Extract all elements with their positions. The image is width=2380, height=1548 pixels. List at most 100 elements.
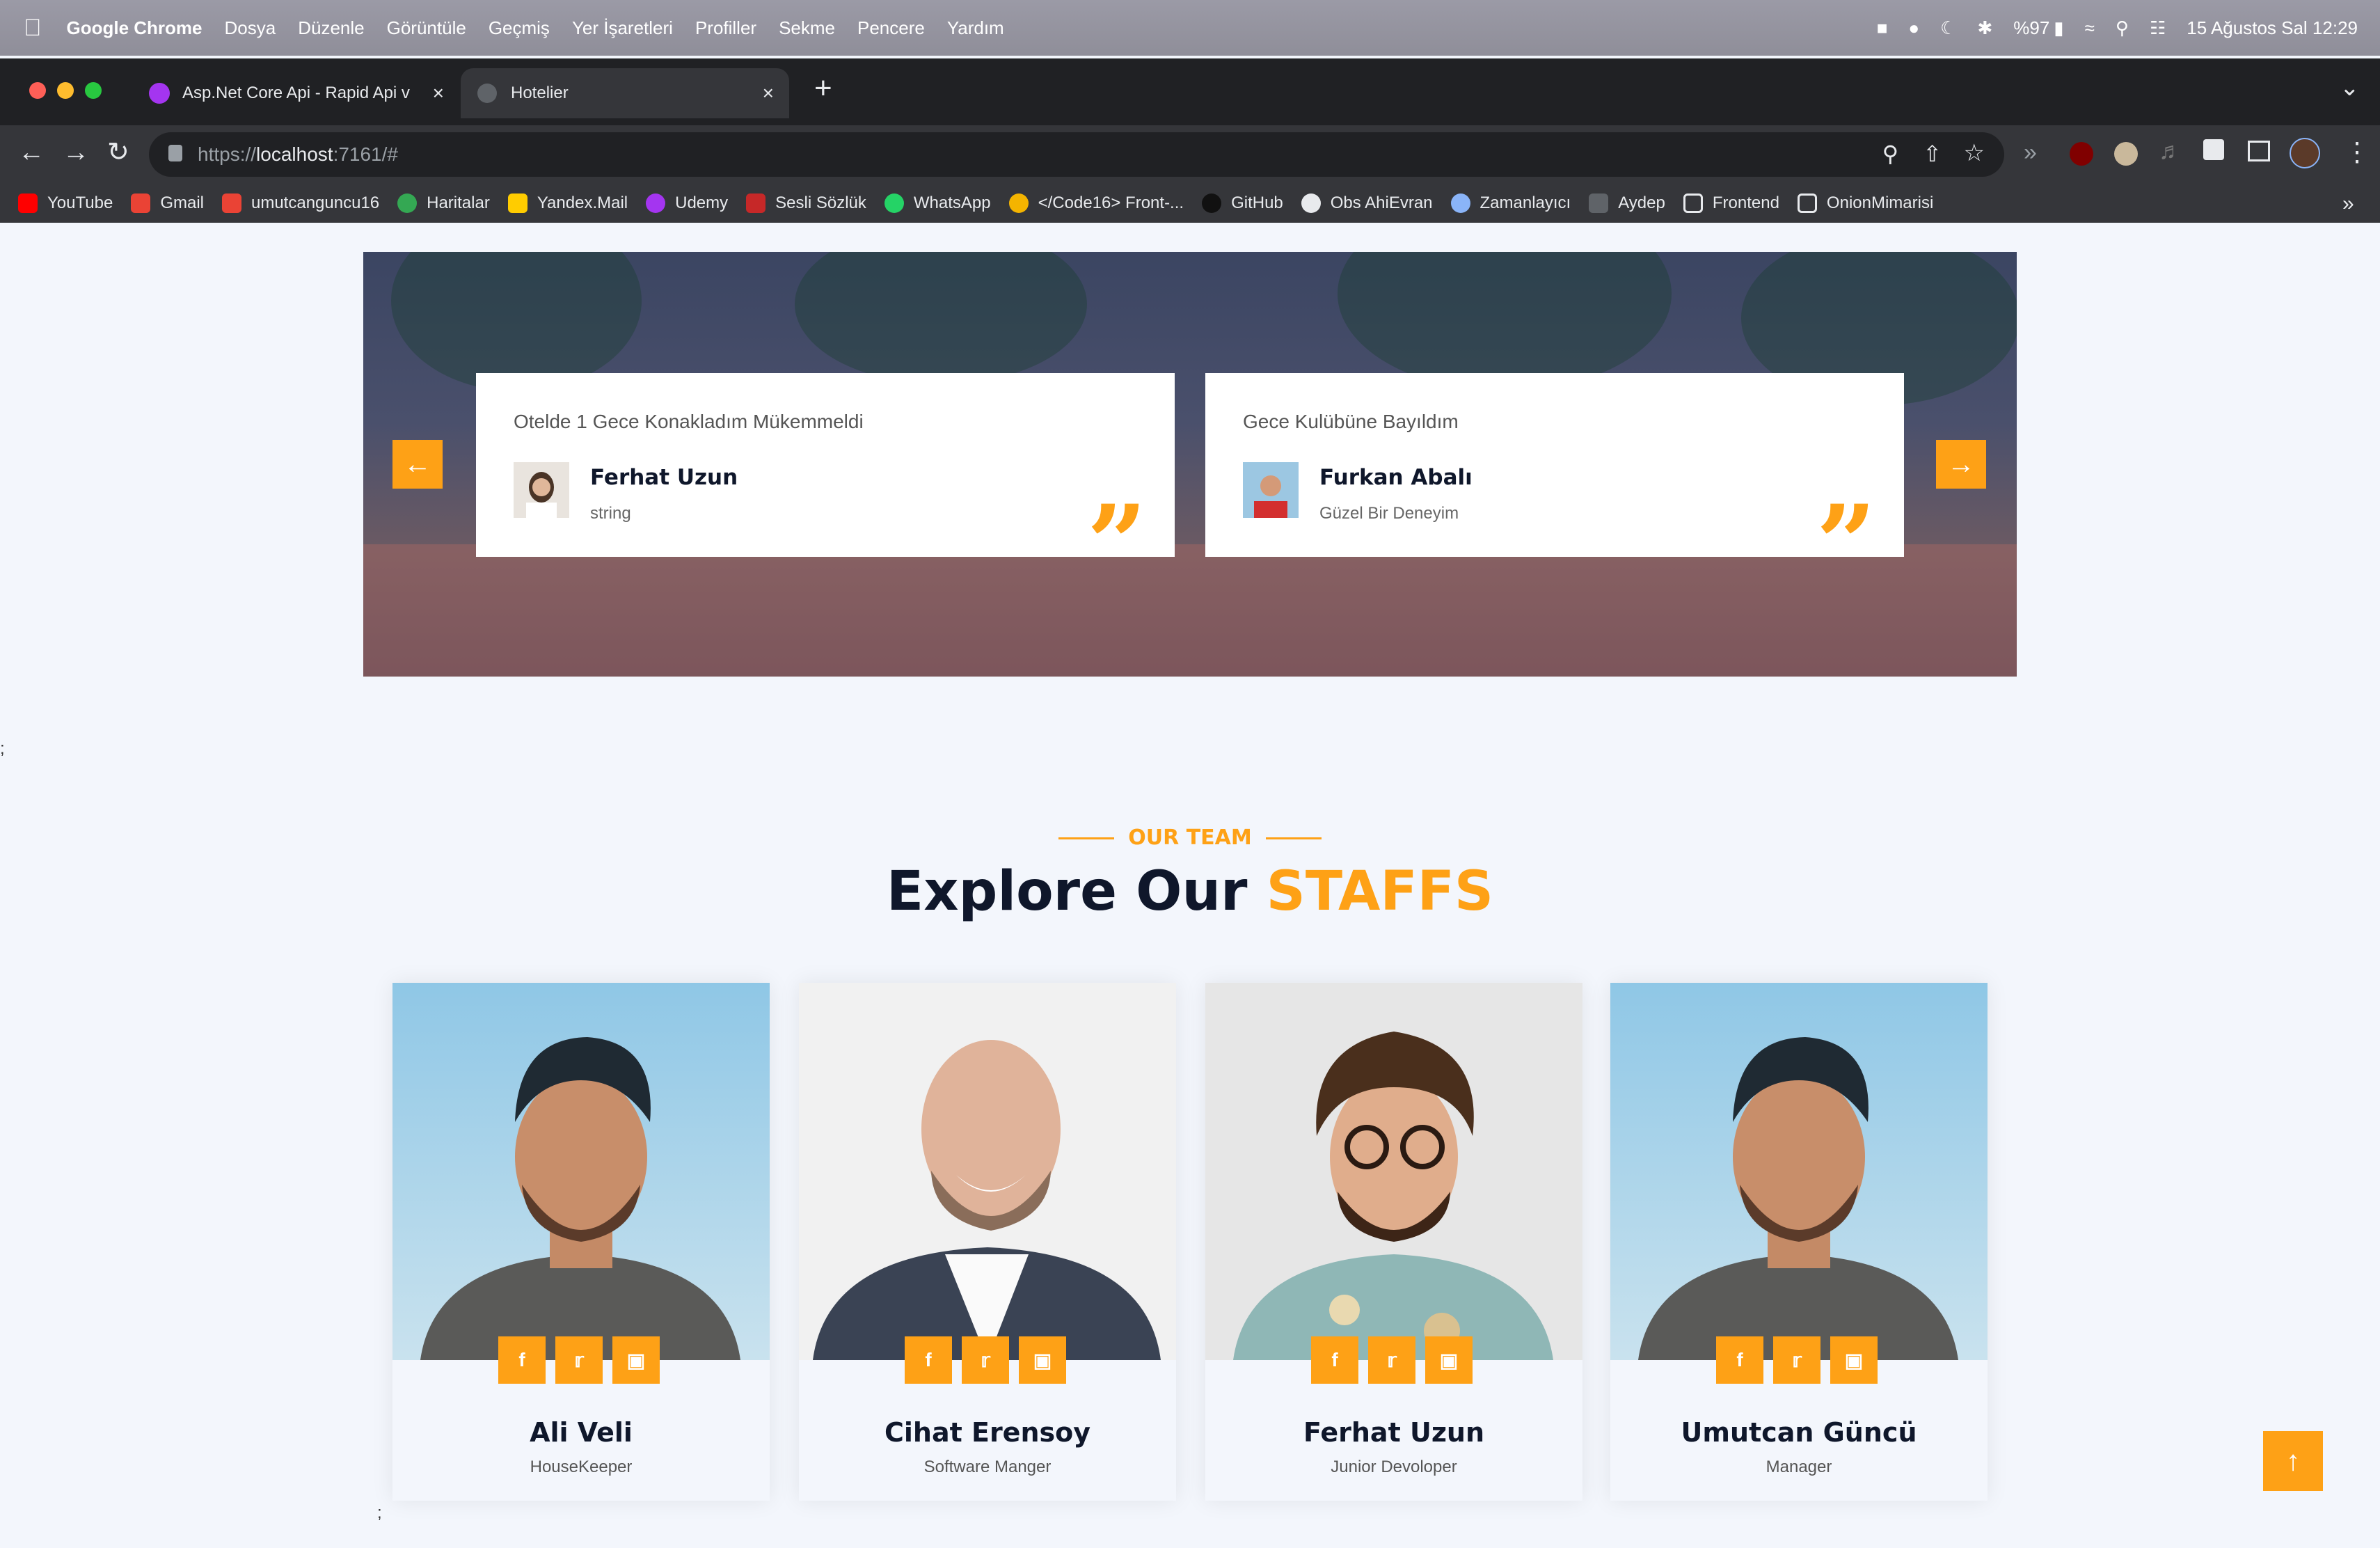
twitter-icon[interactable]: 𝕣 [962, 1336, 1009, 1384]
staff-name: Cihat Erensoy [884, 1417, 1091, 1448]
instagram-icon[interactable]: ▣ [1830, 1336, 1878, 1384]
new-tab-icon[interactable]: + [814, 71, 832, 106]
facebook-icon[interactable]: f [1716, 1336, 1763, 1384]
back-to-top-button[interactable]: ↑ [2263, 1431, 2323, 1491]
menu-sekme[interactable]: Sekme [779, 17, 835, 39]
staff-name: Ali Veli [530, 1417, 633, 1448]
twitter-icon[interactable]: 𝕣 [555, 1336, 603, 1384]
folder-icon [1683, 194, 1703, 213]
tab-hotelier[interactable]: Hotelier × [461, 68, 789, 118]
puzzle-extensions-icon[interactable] [2203, 139, 2224, 160]
testimonial-avatar [1243, 462, 1299, 518]
more-bookmarks-icon[interactable]: » [2342, 192, 2354, 216]
control-center-icon[interactable]: ☷ [2150, 17, 2166, 39]
staff-job: Manager [1766, 1458, 1832, 1476]
menu-duzenle[interactable]: Düzenle [298, 17, 364, 39]
menu-yardim[interactable]: Yardım [947, 17, 1004, 39]
twitter-icon[interactable]: 𝕣 [1773, 1336, 1820, 1384]
staff-photo [1205, 983, 1582, 1360]
menu-gecmis[interactable]: Geçmiş [489, 17, 550, 39]
menu-dosya[interactable]: Dosya [225, 17, 276, 39]
twitter-icon[interactable]: 𝕣 [1368, 1336, 1415, 1384]
battery-text[interactable]: %97 [2013, 17, 2049, 39]
elephant-icon[interactable]: ■ [1877, 17, 1888, 39]
wifi-icon[interactable]: ≈ [2085, 17, 2095, 39]
social-links: f 𝕣 ▣ [498, 1336, 660, 1384]
speaker-icon[interactable]: ♬ [2159, 138, 2182, 165]
bookmark-onion-folder[interactable]: OnionMimarisi [1797, 194, 1933, 213]
udemy-icon [646, 194, 666, 213]
profile-avatar[interactable] [2290, 138, 2320, 168]
section-title: Explore Our STAFFS [886, 860, 1494, 923]
bookmark-haritalar[interactable]: Haritalar [397, 194, 490, 213]
instagram-icon[interactable]: ▣ [1425, 1336, 1473, 1384]
window-close-button[interactable] [29, 82, 46, 99]
facebook-icon[interactable]: f [905, 1336, 952, 1384]
section-subtitle: OUR TEAM [0, 826, 2380, 850]
bookmark-obs[interactable]: Obs AhiEvran [1301, 194, 1433, 213]
battery-icon[interactable]: ▮ [2054, 17, 2063, 39]
tab-rapid-api[interactable]: Asp.Net Core Api - Rapid Api v × [132, 68, 459, 118]
staff-name: Ferhat Uzun [1303, 1417, 1485, 1448]
menu-profiller[interactable]: Profiller [695, 17, 756, 39]
carousel-prev-button[interactable]: ← [392, 440, 443, 489]
lock-icon[interactable] [168, 145, 182, 161]
staff-photo [1610, 983, 1988, 1360]
close-tab-icon[interactable]: × [433, 82, 444, 104]
bookmark-yandex-mail[interactable]: Yandex.Mail [507, 194, 628, 213]
staff-card: Umutcan Güncü Manager f 𝕣 ▣ [1610, 983, 1988, 1501]
menu-app-name[interactable]: Google Chrome [67, 17, 203, 39]
spotlight-search-icon[interactable]: ⚲ [2116, 17, 2129, 39]
bookmark-youtube[interactable]: YouTube [18, 194, 113, 213]
macos-menu-bar:  Google Chrome Dosya Düzenle Görüntüle … [0, 0, 2380, 56]
grammarly-icon[interactable]: ● [1908, 17, 1919, 39]
share-icon[interactable]: ⇧ [1923, 141, 1942, 167]
menu-goruntule[interactable]: Görüntüle [387, 17, 466, 39]
menu-pencere[interactable]: Pencere [857, 17, 925, 39]
zoom-icon[interactable]: ⚲ [1882, 141, 1898, 167]
gmail-icon [131, 194, 151, 213]
kebab-menu-icon[interactable]: ⋮ [2344, 136, 2370, 168]
extension-arrow-icon[interactable]: » [2024, 139, 2037, 166]
menu-yer-isaretleri[interactable]: Yer İşaretleri [572, 17, 673, 39]
browser-toolbar: ← → ↻ https://localhost:7161/# ⚲ ⇧ ☆ » ♬… [0, 125, 2380, 184]
carousel-next-button[interactable]: → [1936, 440, 1986, 489]
bluetooth-icon[interactable]: ✱ [1977, 17, 1992, 39]
facebook-icon[interactable]: f [498, 1336, 546, 1384]
bookmark-udemy[interactable]: Udemy [646, 194, 728, 213]
sidebar-toggle-icon[interactable] [2248, 141, 2270, 161]
testimonial-card: Otelde 1 Gece Konakladım Mükemmeldi Ferh… [476, 373, 1175, 596]
facebook-icon[interactable]: f [1311, 1336, 1358, 1384]
bookmark-code16[interactable]: </Code16> Front-... [1008, 194, 1184, 213]
bookmark-gmail[interactable]: Gmail [131, 194, 204, 213]
staff-card: Ferhat Uzun Junior Devoloper f 𝕣 ▣ [1205, 983, 1582, 1501]
back-icon[interactable]: ← [18, 138, 45, 168]
bookmark-gmail-account[interactable]: umutcanguncu16 [221, 194, 379, 213]
reload-icon[interactable]: ↻ [107, 136, 129, 168]
window-minimize-button[interactable] [57, 82, 74, 99]
instagram-icon[interactable]: ▣ [612, 1336, 660, 1384]
moon-icon[interactable]: ☾ [1940, 17, 1956, 39]
bookmark-zamanlayici[interactable]: Zamanlayıcı [1450, 194, 1571, 213]
youtube-icon [18, 194, 38, 213]
bookmark-sesli-sozluk[interactable]: Sesli Sözlük [746, 194, 866, 213]
close-tab-icon[interactable]: × [763, 82, 774, 104]
address-bar[interactable]: https://localhost:7161/# ⚲ ⇧ ☆ [149, 132, 2004, 177]
bookmark-whatsapp[interactable]: WhatsApp [884, 194, 991, 213]
bookmark-github[interactable]: GitHub [1202, 194, 1283, 213]
bookmark-star-icon[interactable]: ☆ [1964, 139, 1985, 167]
window-maximize-button[interactable] [85, 82, 102, 99]
social-links: f 𝕣 ▣ [1716, 1336, 1878, 1384]
apple-icon[interactable]:  [24, 15, 42, 42]
staff-card: Cihat Erensoy Software Manger f 𝕣 ▣ [799, 983, 1176, 1501]
instagram-icon[interactable]: ▣ [1019, 1336, 1066, 1384]
tab-search-chevron-icon[interactable]: ⌄ [2340, 74, 2360, 102]
bookmark-frontend-folder[interactable]: Frontend [1683, 194, 1779, 213]
ublock-icon[interactable] [2070, 142, 2093, 166]
forward-icon[interactable]: → [63, 138, 89, 168]
github-icon [1202, 194, 1222, 213]
menu-clock[interactable]: 15 Ağustos Sal 12:29 [2187, 17, 2358, 39]
runner-icon [1589, 194, 1609, 213]
extension-face-icon[interactable] [2114, 142, 2138, 166]
bookmark-aydep[interactable]: Aydep [1589, 194, 1665, 213]
